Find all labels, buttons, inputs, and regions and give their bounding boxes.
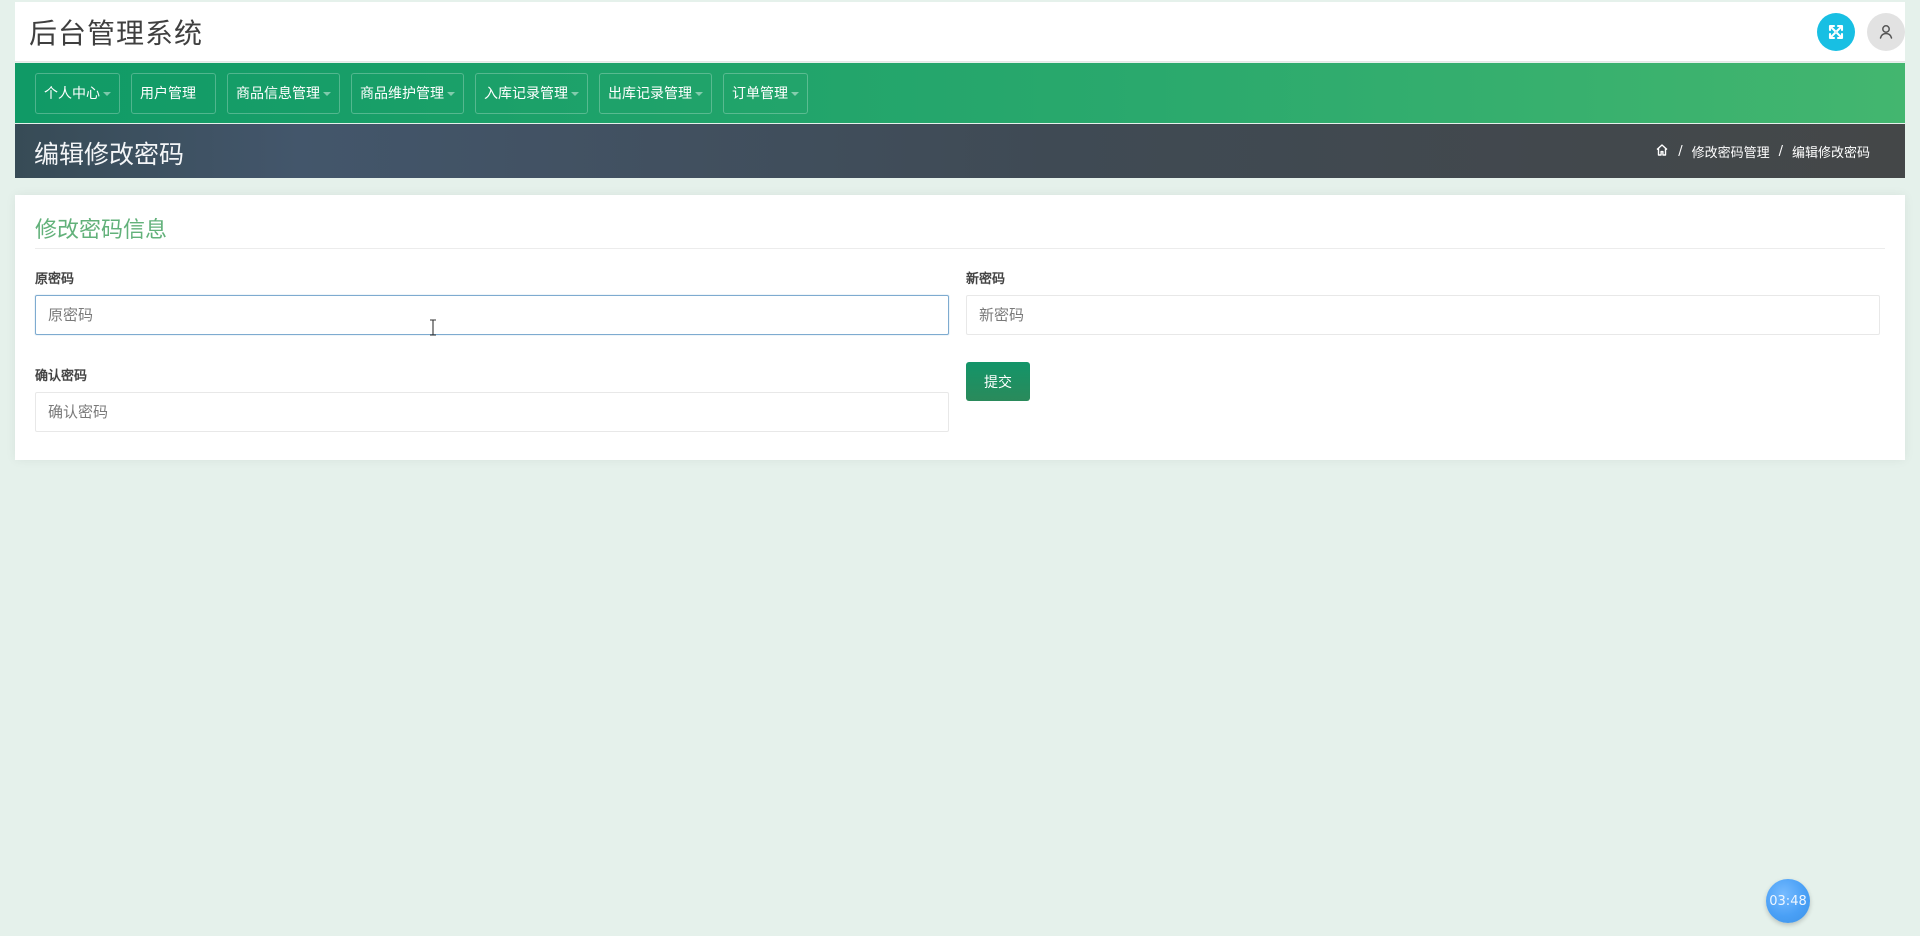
timer-text: 03:48 bbox=[1769, 893, 1807, 909]
user-menu-button[interactable] bbox=[1867, 13, 1905, 51]
breadcrumb-separator: / bbox=[1778, 144, 1783, 159]
chevron-down-icon bbox=[571, 92, 579, 96]
old-password-input[interactable] bbox=[35, 295, 949, 335]
home-icon bbox=[1656, 143, 1668, 156]
main-navigation: 个人中心 用户管理 商品信息管理 商品维护管理 入库记录管理 出库记录管理 订单… bbox=[15, 63, 1905, 123]
confirm-password-input[interactable] bbox=[35, 392, 949, 432]
new-password-label: 新密码 bbox=[966, 272, 1006, 287]
page-title: 编辑修改密码 bbox=[34, 140, 185, 169]
password-form-card: 修改密码信息 原密码 新密码 确认密码 提交 bbox=[15, 195, 1905, 460]
header-actions bbox=[1817, 13, 1905, 51]
chevron-down-icon bbox=[103, 92, 111, 96]
confirm-password-label: 确认密码 bbox=[35, 369, 88, 384]
nav-item-personal-center[interactable]: 个人中心 bbox=[35, 72, 120, 114]
nav-item-label: 入库记录管理 bbox=[484, 86, 568, 102]
breadcrumb-item-password-management[interactable]: 修改密码管理 bbox=[1692, 142, 1770, 161]
chevron-down-icon bbox=[447, 92, 455, 96]
user-icon bbox=[1879, 25, 1893, 39]
new-password-input[interactable] bbox=[966, 295, 1880, 335]
nav-item-product-info-management[interactable]: 商品信息管理 bbox=[227, 72, 340, 114]
chevron-down-icon bbox=[323, 92, 331, 96]
old-password-label: 原密码 bbox=[35, 272, 75, 287]
chevron-down-icon bbox=[695, 92, 703, 96]
form-title: 修改密码信息 bbox=[35, 218, 168, 243]
nav-item-product-maintenance-management[interactable]: 商品维护管理 bbox=[351, 72, 464, 114]
chevron-down-icon bbox=[791, 92, 799, 96]
breadcrumb-separator: / bbox=[1678, 144, 1683, 159]
nav-item-order-management[interactable]: 订单管理 bbox=[723, 72, 808, 114]
app-title: 后台管理系统 bbox=[29, 17, 204, 50]
submit-button[interactable]: 提交 bbox=[966, 362, 1030, 401]
nav-item-label: 出库记录管理 bbox=[608, 86, 692, 102]
nav-item-user-management[interactable]: 用户管理 bbox=[131, 72, 216, 114]
nav-item-label: 商品信息管理 bbox=[236, 86, 320, 102]
floating-timer[interactable]: 03:48 bbox=[1766, 879, 1810, 923]
breadcrumb: / 修改密码管理 / 编辑修改密码 bbox=[1655, 142, 1870, 161]
nav-item-inbound-record-management[interactable]: 入库记录管理 bbox=[475, 72, 588, 114]
form-divider bbox=[35, 248, 1885, 249]
nav-item-label: 个人中心 bbox=[44, 86, 100, 102]
top-header: 后台管理系统 bbox=[15, 2, 1905, 62]
text-cursor-icon bbox=[430, 319, 436, 336]
breadcrumb-home-link[interactable] bbox=[1655, 143, 1669, 161]
nav-item-outbound-record-management[interactable]: 出库记录管理 bbox=[599, 72, 712, 114]
expand-icon bbox=[1828, 24, 1844, 40]
nav-item-label: 商品维护管理 bbox=[360, 86, 444, 102]
nav-item-label: 订单管理 bbox=[732, 86, 788, 102]
breadcrumb-item-current: 编辑修改密码 bbox=[1791, 146, 1870, 161]
page-header: 编辑修改密码 / 修改密码管理 / 编辑修改密码 bbox=[15, 124, 1905, 178]
nav-item-label: 用户管理 bbox=[140, 86, 196, 102]
fullscreen-button[interactable] bbox=[1817, 13, 1855, 51]
